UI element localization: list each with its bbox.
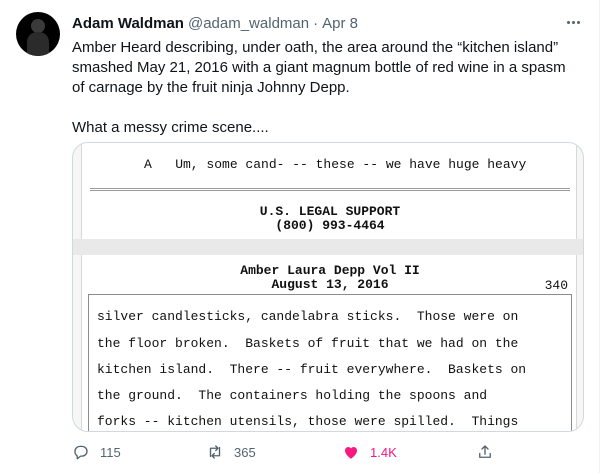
tweet-card: Adam Waldman @adam_waldman · Apr 8 Amber… <box>0 0 600 473</box>
share-icon <box>479 445 491 458</box>
transcript-box: silver candlesticks, candelabra sticks. … <box>88 294 572 431</box>
retweet-icon <box>209 445 221 459</box>
avatar-figure-body <box>27 32 49 56</box>
reply-count: 115 <box>100 444 121 460</box>
tweet-text: Amber Heard describing, under oath, the … <box>72 39 566 136</box>
transcript-page-top: A Um, some cand- -- these -- we have hug… <box>81 143 577 239</box>
page-number: 340 <box>544 278 568 293</box>
page-divider <box>90 188 570 189</box>
retweet-button[interactable]: 365 <box>206 442 256 462</box>
avatar-figure-head <box>31 19 45 33</box>
firm-block: U.S. LEGAL SUPPORT (800) 993-4464 <box>82 205 578 233</box>
avatar[interactable] <box>16 12 60 56</box>
deposition-date: August 13, 2016 <box>271 277 389 292</box>
reply-button[interactable]: 115 <box>72 442 121 462</box>
transcript-line: forks -- kitchen utensils, those were sp… <box>97 414 519 429</box>
deposition-title: Amber Laura Depp Vol II <box>240 263 420 278</box>
page-gap <box>73 239 583 255</box>
firm-phone: (800) 993-4464 <box>275 218 385 233</box>
firm-name: U.S. LEGAL SUPPORT <box>259 204 401 219</box>
retweet-count: 365 <box>234 444 256 460</box>
tweet-media-image[interactable]: A Um, some cand- -- these -- we have hug… <box>72 142 584 432</box>
like-count: 1.4K <box>370 444 397 460</box>
transcript-line: the ground. The containers holding the s… <box>97 388 488 403</box>
reply-icon <box>74 445 88 460</box>
more-icon[interactable] <box>563 12 583 32</box>
tweet-header: Adam Waldman @adam_waldman · Apr 8 <box>72 13 358 33</box>
transcript-line: silver candlesticks, candelabra sticks. … <box>97 309 519 324</box>
heart-icon <box>344 447 358 459</box>
transcript-line: kitchen island. There -- fruit everywher… <box>97 362 527 377</box>
transcript-line: the floor broken. Baskets of fruit that … <box>97 336 519 351</box>
like-button[interactable]: 1.4K <box>342 442 397 462</box>
author-name[interactable]: Adam Waldman <box>72 15 184 32</box>
page-divider <box>90 190 570 191</box>
share-button[interactable] <box>476 442 494 462</box>
author-handle[interactable]: @adam_waldman <box>188 15 309 32</box>
transcript-page-bottom: Amber Laura Depp Vol II August 13, 2016 … <box>81 255 578 431</box>
tweet-actions: 115 365 1.4K <box>72 442 584 462</box>
deposition-header: Amber Laura Depp Vol II August 13, 2016 <box>82 264 578 292</box>
tweet-date[interactable]: Apr 8 <box>322 15 358 32</box>
transcript-top-line: A Um, some cand- -- these -- we have hug… <box>144 157 527 172</box>
header-separator: · <box>313 14 319 32</box>
